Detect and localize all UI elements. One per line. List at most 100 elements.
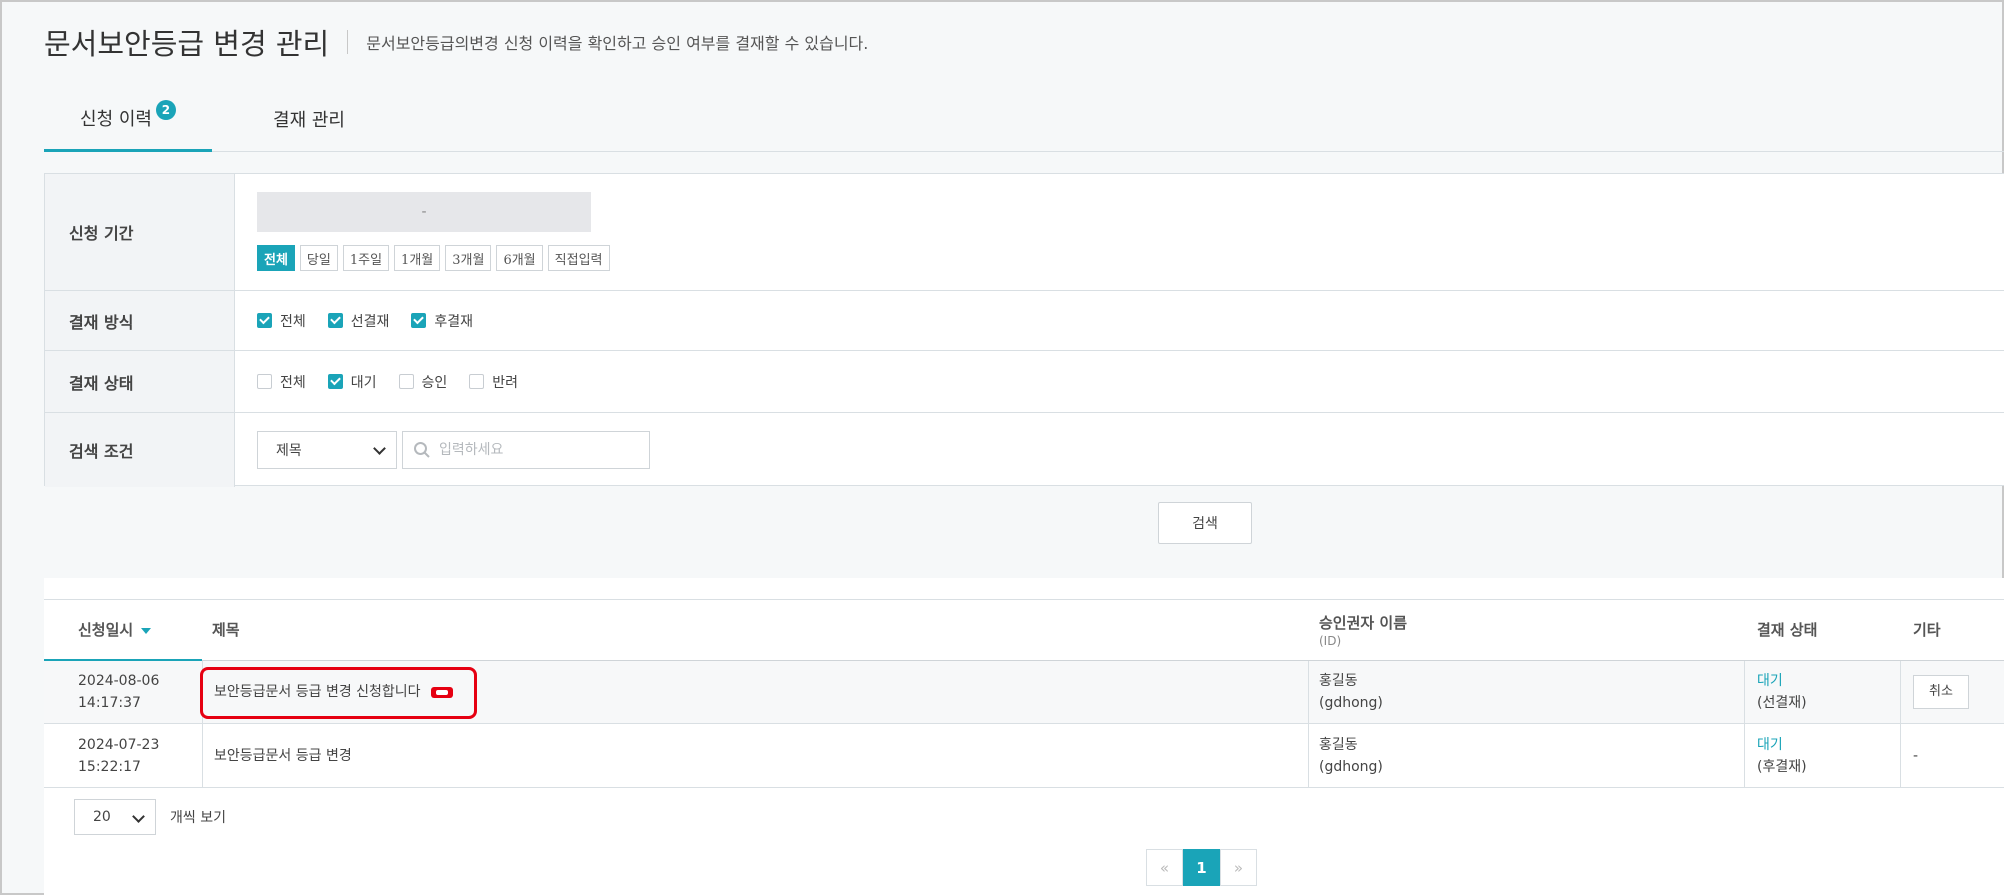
table-row[interactable]: 2024-07-23 15:22:17 보안등급문서 등급 변경 홍길동 (gd… (44, 724, 2004, 788)
page-button-current[interactable]: 1 (1183, 849, 1220, 886)
row-time: 15:22:17 (78, 758, 141, 775)
status-checkbox-rejected[interactable]: 반려 (469, 372, 518, 392)
title-divider (347, 30, 349, 54)
checkbox-checked-icon (327, 374, 343, 389)
search-input[interactable] (439, 442, 639, 458)
column-divider (1900, 724, 1901, 787)
filter-row-period: 신청 기간 - 전체 당일 1주일 1개월 3개월 6개월 직접입력 (45, 174, 2004, 291)
tag-icon (430, 686, 453, 698)
search-filter-panel: 신청 기간 - 전체 당일 1주일 1개월 3개월 6개월 직접입력 결재 방식… (44, 173, 2004, 487)
sort-desc-icon (141, 627, 152, 634)
period-button-1week[interactable]: 1주일 (342, 245, 390, 271)
cancel-button[interactable]: 취소 (1913, 675, 1969, 709)
tab-approval-management[interactable]: 결재 관리 (234, 86, 384, 152)
page-title: 문서보안등급 변경 관리 (44, 27, 330, 61)
column-header-date[interactable]: 신청일시 (78, 600, 152, 660)
page-size-control: 20 개씩 보기 (74, 799, 226, 835)
column-divider (1900, 661, 1901, 723)
filter-row-condition: 검색 조건 제목 (45, 413, 2004, 487)
tab-request-history[interactable]: 신청 이력 2 (44, 86, 212, 152)
filter-row-status: 결재 상태 전체 대기 승인 반려 (45, 351, 2004, 413)
row-approver-id: (gdhong) (1319, 695, 1383, 711)
row-approver: 홍길동 (gdhong) (1319, 724, 1383, 787)
chevron-down-icon (132, 810, 145, 823)
next-page-button[interactable]: » (1220, 849, 1257, 886)
row-approver-name: 홍길동 (1319, 736, 1358, 753)
method-checkbox-all[interactable]: 전체 (257, 311, 306, 331)
period-button-1month[interactable]: 1개월 (394, 245, 441, 271)
tab-approval-management-label: 결재 관리 (273, 110, 345, 131)
status-checkbox-rejected-label: 반려 (492, 374, 519, 391)
row-status-method: (선결재) (1757, 695, 1807, 711)
row-title-cell[interactable]: 보안등급문서 등급 변경 (214, 724, 352, 787)
page-description: 문서보안등급의변경 신청 이력을 확인하고 승인 여부를 결재할 수 있습니다. (366, 34, 869, 53)
row-title-link[interactable]: 보안등급문서 등급 변경 (214, 745, 352, 767)
row-approver-name: 홍길동 (1319, 673, 1358, 689)
checkbox-unchecked-icon (257, 374, 272, 389)
method-label: 결재 방식 (45, 291, 235, 350)
search-button[interactable]: 검색 (1158, 502, 1252, 544)
checkbox-checked-icon (327, 313, 343, 328)
period-button-custom[interactable]: 직접입력 (547, 245, 610, 271)
method-checkbox-pre[interactable]: 선결재 (327, 311, 390, 331)
row-status-method: (후결재) (1757, 758, 1807, 775)
method-checkbox-post-label: 후결재 (434, 313, 474, 330)
column-header-status: 결재 상태 (1757, 621, 1818, 639)
method-checkbox-post[interactable]: 후결재 (411, 311, 473, 331)
period-button-6months[interactable]: 6개월 (496, 245, 543, 271)
status-checkbox-pending[interactable]: 대기 (327, 372, 377, 392)
status-checkbox-all[interactable]: 전체 (257, 372, 306, 392)
page-size-value: 20 (93, 809, 111, 825)
column-header-date-label: 신청일시 (78, 621, 134, 639)
status-checkbox-group: 전체 대기 승인 반려 (257, 351, 540, 412)
row-etc: 취소 (1913, 661, 1969, 723)
period-button-all[interactable]: 전체 (257, 245, 295, 271)
app-frame: 문서보안등급 변경 관리 문서보안등급의변경 신청 이력을 확인하고 승인 여부… (0, 0, 2004, 895)
tab-bar: 신청 이력 2 결재 관리 (44, 86, 2004, 152)
checkbox-unchecked-icon (469, 374, 485, 389)
method-checkbox-pre-label: 선결재 (350, 313, 390, 330)
checkbox-checked-icon (411, 313, 427, 328)
tab-count-badge: 2 (155, 99, 176, 120)
date-range-input[interactable]: - (257, 192, 591, 232)
row-status: 대기 (후결재) (1757, 724, 1807, 787)
table-header-row: 신청일시 제목 승인권자 이름 (ID) 결재 상태 기타 (44, 599, 2004, 661)
row-approver-id: (gdhong) (1319, 758, 1383, 775)
condition-controls: 제목 (257, 413, 650, 487)
row-title-cell[interactable]: 보안등급문서 등급 변경 신청합니다 (214, 661, 453, 723)
column-header-etc: 기타 (1913, 621, 1941, 639)
row-status-value: 대기 (1757, 673, 1783, 689)
checkbox-checked-icon (257, 313, 272, 328)
column-divider (202, 724, 203, 787)
method-checkbox-group: 전체 선결재 후결재 (257, 291, 495, 350)
results-panel: 신청일시 제목 승인권자 이름 (ID) 결재 상태 기타 2024-08-06 (44, 578, 2004, 895)
condition-select[interactable]: 제목 (257, 431, 397, 469)
column-header-approver: 승인권자 이름 (ID) (1319, 600, 1407, 660)
row-status-value: 대기 (1757, 736, 1783, 753)
row-title-link[interactable]: 보안등급문서 등급 변경 신청합니다 (214, 681, 421, 703)
column-divider (1744, 724, 1745, 787)
row-date: 2024-07-23 (78, 736, 160, 753)
page-size-select[interactable]: 20 (74, 799, 156, 835)
condition-label: 검색 조건 (45, 413, 235, 487)
period-button-group: 전체 당일 1주일 1개월 3개월 6개월 직접입력 (257, 245, 610, 271)
filter-row-method: 결재 방식 전체 선결재 후결재 (45, 291, 2004, 351)
pagination: « 1 » (1146, 849, 1257, 886)
table-row[interactable]: 2024-08-06 14:17:37 보안등급문서 등급 변경 신청합니다 홍… (44, 661, 2004, 724)
status-checkbox-approved[interactable]: 승인 (398, 372, 447, 392)
prev-page-button[interactable]: « (1146, 849, 1183, 886)
tab-request-history-label: 신청 이력 (80, 108, 152, 130)
row-date: 2024-08-06 (78, 673, 160, 689)
page-header: 문서보안등급 변경 관리 문서보안등급의변경 신청 이력을 확인하고 승인 여부… (44, 20, 868, 64)
period-button-3months[interactable]: 3개월 (445, 245, 492, 271)
period-button-today[interactable]: 당일 (299, 245, 338, 271)
row-status: 대기 (선결재) (1757, 661, 1807, 723)
column-divider (202, 661, 203, 723)
status-checkbox-all-label: 전체 (280, 374, 306, 391)
column-header-title: 제목 (212, 621, 240, 639)
column-divider (1308, 661, 1309, 723)
row-etc-value: - (1913, 747, 1919, 764)
status-label: 결재 상태 (45, 351, 235, 412)
row-datetime: 2024-07-23 15:22:17 (78, 724, 159, 787)
method-checkbox-all-label: 전체 (280, 313, 306, 330)
